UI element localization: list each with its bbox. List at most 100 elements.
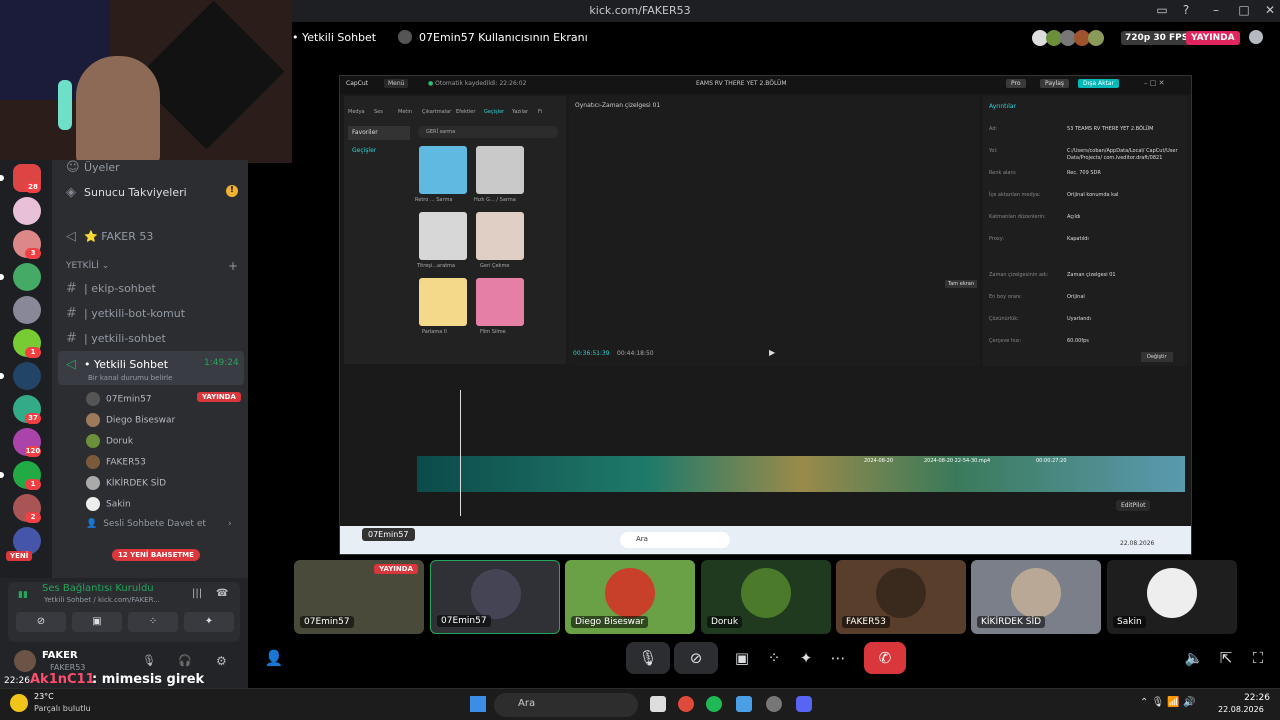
disconnect-icon[interactable]: ☎ (216, 588, 228, 599)
playhead[interactable] (460, 390, 461, 516)
voice-user[interactable]: 07Emin57 (86, 392, 152, 406)
participant-tile[interactable]: Diego Biseswar (565, 560, 695, 634)
camera-off-button[interactable]: ⊘ (16, 612, 66, 632)
tab-transitions[interactable]: Geçişler (484, 98, 508, 116)
sidebar-transitions[interactable]: Geçişler (348, 144, 410, 158)
settings-icon[interactable]: ⚙ (216, 654, 227, 668)
add-channel-icon[interactable]: + (228, 259, 238, 273)
inner-taskbar: Ara 22.08.2026 (340, 526, 1191, 554)
maximize-icon[interactable]: □ (1236, 3, 1252, 19)
server-icon[interactable] (13, 296, 41, 324)
steam-icon[interactable] (766, 696, 782, 712)
screen-share-button[interactable]: ▣ (72, 612, 122, 632)
close-icon[interactable]: ✕ (1262, 3, 1278, 19)
server-icon[interactable] (13, 263, 41, 291)
channel-faker53[interactable]: ◁ ⭐ FAKER 53 (66, 229, 153, 244)
camera-button[interactable]: ⊘ (674, 642, 718, 674)
tab-stickers[interactable]: Çıkartmalar (422, 98, 452, 116)
help-icon[interactable]: ? (1178, 3, 1194, 19)
volume-icon[interactable]: 🔈 (1184, 642, 1204, 674)
activities-icon[interactable]: ⁘ (762, 642, 786, 674)
project-title: EAMS RV THERE YET 2.BÖLÜM (696, 80, 787, 87)
soundboard-icon[interactable]: ✦ (794, 642, 818, 674)
menu-button[interactable]: Menü (384, 79, 409, 88)
timeline[interactable]: 2024-08-20 2024-08-20 22-54-30.mp4 00:00… (344, 370, 1187, 520)
disconnect-button[interactable]: ✆ (864, 642, 906, 674)
chat-icon[interactable] (1249, 30, 1263, 44)
discord-icon[interactable] (796, 696, 812, 712)
channel-ekip[interactable]: # | ekip-sohbet (66, 281, 156, 296)
picture-in-picture-icon[interactable]: ▭ (1154, 3, 1170, 19)
participant-tile[interactable]: YAYINDA 07Emin57 (294, 560, 424, 634)
tab-text[interactable]: Metin (398, 98, 418, 116)
tab-effects[interactable]: Efektler (456, 98, 480, 116)
microphone-icon[interactable]: 🎙 (142, 654, 156, 667)
share-button[interactable]: Paylaş (1040, 79, 1070, 88)
transition-thumb[interactable] (419, 278, 467, 326)
avatar[interactable] (14, 650, 36, 672)
transition-thumb[interactable] (476, 212, 524, 260)
taskbar-search[interactable]: Ara (494, 693, 638, 717)
voice-user[interactable]: Diego Biseswar (86, 413, 175, 427)
pro-button[interactable]: Pro (1006, 79, 1026, 88)
transition-thumb[interactable] (476, 146, 524, 194)
minimize-icon[interactable]: – (1208, 3, 1224, 19)
transition-thumb[interactable] (419, 146, 467, 194)
boosts-item[interactable]: ◈ Sunucu Takviyeleri (66, 185, 187, 200)
participant-tile[interactable]: FAKER53 (836, 560, 966, 634)
sidebar-favorites[interactable]: Favoriler (348, 126, 410, 140)
task-view-icon[interactable] (650, 696, 666, 712)
screen-share-icon[interactable]: ▣ (730, 642, 754, 674)
activities-button[interactable]: ⁘ (128, 612, 178, 632)
avatar (86, 497, 100, 511)
fullscreen-icon[interactable]: ⛶ (1248, 642, 1268, 674)
more-icon[interactable]: ⋯ (826, 642, 850, 674)
tab-media[interactable]: Medya (348, 98, 370, 116)
tab-audio[interactable]: Ses (374, 98, 394, 116)
inner-search[interactable]: Ara (620, 532, 730, 548)
members-item[interactable]: ☺ Üyeler (66, 160, 120, 175)
voice-user[interactable]: KİKİRDEK SİD (86, 476, 166, 490)
tab-filters[interactable]: Fi (538, 98, 548, 116)
signal-icon[interactable]: ▮▮ (18, 590, 28, 600)
server-icon[interactable] (13, 362, 41, 390)
tab-captions[interactable]: Yazılar (512, 98, 534, 116)
participant-tile[interactable]: 07Emin57 (430, 560, 560, 634)
microphone-button[interactable]: 🎙 (626, 642, 670, 674)
voice-user[interactable]: Sakin (86, 497, 131, 511)
start-icon[interactable] (470, 696, 486, 712)
new-mentions-badge[interactable]: 12 YENİ BAHSETME (112, 549, 200, 561)
transition-thumb[interactable] (419, 212, 467, 260)
viewer-avatars[interactable] (1032, 30, 1110, 46)
channel-bot[interactable]: # | yetkili-bot-komut (66, 306, 185, 321)
change-button[interactable]: Değiştir (1141, 352, 1173, 362)
detail-value: Kapatıldı (1067, 236, 1089, 242)
server-icon[interactable] (13, 197, 41, 225)
headphones-icon[interactable]: 🎧 (178, 654, 192, 667)
participant-tile[interactable]: Doruk (701, 560, 831, 634)
voice-user[interactable]: FAKER53 (86, 455, 146, 469)
video-track[interactable] (417, 456, 1185, 492)
invite-voice[interactable]: 👤 Sesli Sohbete Davet et (86, 519, 206, 529)
weather-icon[interactable] (10, 694, 28, 712)
photos-icon[interactable] (736, 696, 752, 712)
invite-icon[interactable]: 👤 (264, 642, 284, 674)
popout-icon[interactable]: ⇱ (1216, 642, 1236, 674)
export-button[interactable]: Dışa Aktar (1078, 79, 1120, 88)
editpilot-button[interactable]: EditPilot (1116, 500, 1151, 511)
noise-suppression-icon[interactable]: ||| (192, 588, 202, 599)
spotify-icon[interactable] (706, 696, 722, 712)
soundboard-button[interactable]: ✦ (184, 612, 234, 632)
channel-yetkili[interactable]: # | yetkili-sohbet (66, 331, 166, 346)
chrome-icon[interactable] (678, 696, 694, 712)
window-controls[interactable]: – □ ✕ (1144, 79, 1164, 87)
participant-tile[interactable]: KİKİRDEK SİD (971, 560, 1101, 634)
category-yetkili[interactable]: YETKİLİ ⌄ (66, 261, 109, 271)
participant-tile[interactable]: Sakin (1107, 560, 1237, 634)
system-tray-icons[interactable]: ⌃ 🎙 📶 🔊 (1140, 697, 1196, 708)
transition-thumb[interactable] (476, 278, 524, 326)
transition-search[interactable]: GERİ sarma (418, 126, 558, 138)
voice-user[interactable]: Doruk (86, 434, 133, 448)
play-icon[interactable]: ▶ (769, 348, 775, 357)
voice-status[interactable]: Bir kanal durumu belirle (88, 374, 172, 382)
